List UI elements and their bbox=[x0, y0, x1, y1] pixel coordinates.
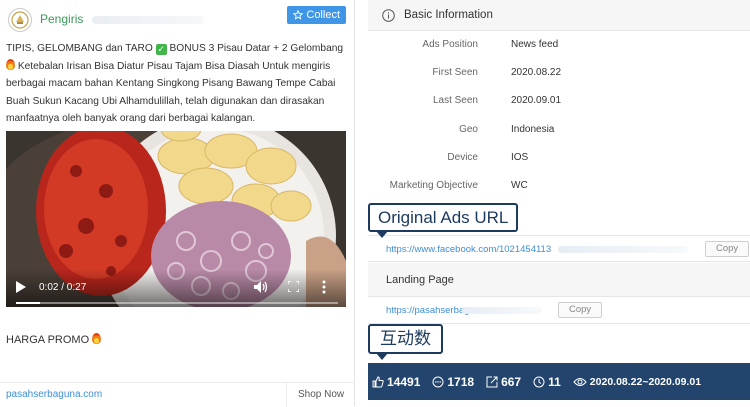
info-value: News feed bbox=[511, 39, 559, 50]
info-row-first-seen: First Seen 2020.08.22 bbox=[368, 59, 750, 87]
landing-page-header: Landing Page bbox=[368, 263, 750, 297]
interactions-callout: 互动数 bbox=[368, 324, 443, 360]
collect-button[interactable]: Collect bbox=[287, 6, 346, 24]
landing-page-title: Landing Page bbox=[386, 274, 454, 286]
info-label: Marketing Objective bbox=[389, 179, 478, 191]
collect-label: Collect bbox=[306, 9, 340, 21]
check-mark-icon: ✓ bbox=[155, 44, 167, 55]
copy-landing-url-button[interactable]: Copy bbox=[558, 302, 603, 318]
ad-video-player[interactable]: 0:02 / 0:27 bbox=[6, 131, 346, 307]
eye-icon bbox=[573, 377, 587, 386]
info-value: IOS bbox=[511, 151, 529, 163]
volume-icon[interactable] bbox=[254, 281, 268, 293]
clock-icon bbox=[533, 376, 545, 387]
advertiser-header: Pengiris Collect bbox=[6, 6, 348, 36]
info-value: 2020.08.22 bbox=[511, 67, 562, 79]
info-row-device: Device IOS bbox=[368, 144, 750, 172]
likes-count: 14491 bbox=[387, 374, 421, 389]
info-value: Indonesia bbox=[511, 123, 555, 135]
ad-info-panel: Basic Information Ads Position News feed… bbox=[368, 0, 750, 406]
original-url-link[interactable]: https://www.facebook.com/1021454113 bbox=[386, 244, 551, 255]
thumbs-up-icon bbox=[372, 375, 384, 387]
likes-stat: 14491 bbox=[372, 375, 420, 389]
comments-count: 1718 bbox=[447, 374, 475, 389]
shop-now-button[interactable]: Shop Now bbox=[298, 389, 344, 400]
landing-page-row: https://pasahserbagu Copy bbox=[368, 297, 750, 324]
advertiser-logo-icon bbox=[11, 11, 29, 29]
ad-copy-line1a: TIPIS, GELOMBANG dan TARO bbox=[6, 43, 153, 54]
ad-copy-body: Ketebalan Irisan Bisa Diatur Pisau Tajam… bbox=[6, 60, 336, 125]
original-url-row: https://www.facebook.com/1021454113 Copy bbox=[368, 235, 750, 262]
promo-label: HARGA PROMO bbox=[6, 334, 90, 346]
interaction-stats-bar: 14491 1718 667 11 2020.08.22~2020.09.01 bbox=[368, 363, 750, 400]
ad-preview-panel: Pengiris Collect TIPIS, GELOMBANG dan TA… bbox=[0, 0, 355, 407]
play-icon[interactable] bbox=[16, 281, 26, 293]
info-label: Ads Position bbox=[422, 39, 478, 50]
info-row-ads-position: Ads Position News feed bbox=[368, 31, 750, 59]
info-value: WC bbox=[511, 179, 528, 191]
basic-info-table: Ads Position News feed First Seen 2020.0… bbox=[368, 31, 750, 200]
fire-icon bbox=[92, 333, 102, 344]
info-icon bbox=[382, 9, 395, 22]
more-options-icon[interactable] bbox=[322, 280, 326, 294]
cta-divider bbox=[286, 383, 287, 407]
advertiser-avatar[interactable] bbox=[8, 8, 32, 32]
days-count: 11 bbox=[548, 374, 561, 389]
fire-icon bbox=[6, 58, 15, 70]
duration-stat: 11 bbox=[533, 375, 561, 389]
info-label: First Seen bbox=[432, 67, 478, 79]
landing-url-blur bbox=[462, 307, 542, 314]
advertiser-name-blur bbox=[92, 16, 204, 24]
video-progress-bar[interactable] bbox=[16, 302, 338, 304]
info-row-geo: Geo Indonesia bbox=[368, 116, 750, 144]
star-icon bbox=[293, 10, 304, 20]
info-label: Last Seen bbox=[432, 95, 478, 107]
advertiser-name[interactable]: Pengiris bbox=[40, 12, 83, 26]
original-url-blur bbox=[558, 246, 688, 253]
ad-copy: TIPIS, GELOMBANG dan TARO ✓ BONUS 3 Pisa… bbox=[6, 40, 350, 128]
promo-text: HARGA PROMO bbox=[6, 333, 102, 346]
cta-url-link[interactable]: pasahserbaguna.com bbox=[6, 389, 102, 400]
basic-info-title: Basic Information bbox=[404, 9, 493, 21]
shares-stat: 667 bbox=[486, 375, 521, 389]
shares-count: 667 bbox=[501, 374, 522, 389]
date-range: 2020.08.22~2020.09.01 bbox=[589, 375, 702, 388]
video-progress-fill bbox=[16, 302, 40, 304]
info-label: Geo bbox=[459, 123, 478, 135]
ad-copy-line1b: BONUS 3 Pisau Datar + 2 Gelombang bbox=[169, 43, 344, 54]
video-time: 0:02 / 0:27 bbox=[39, 282, 87, 293]
copy-original-url-button[interactable]: Copy bbox=[705, 241, 750, 257]
comments-stat: 1718 bbox=[432, 375, 474, 389]
info-row-marketing-objective: Marketing Objective WC bbox=[368, 172, 750, 200]
fullscreen-icon[interactable] bbox=[288, 281, 299, 292]
info-label: Device bbox=[447, 151, 478, 163]
date-range-stat: 2020.08.22~2020.09.01 bbox=[573, 376, 701, 388]
basic-info-header: Basic Information bbox=[368, 0, 750, 31]
info-row-last-seen: Last Seen 2020.09.01 bbox=[368, 87, 750, 115]
info-value: 2020.09.01 bbox=[511, 95, 562, 107]
original-ads-url-callout: Original Ads URL bbox=[368, 203, 519, 238]
comment-icon bbox=[432, 376, 444, 387]
video-controls: 0:02 / 0:27 bbox=[6, 269, 346, 307]
share-icon bbox=[486, 376, 498, 387]
cta-bar: pasahserbaguna.com Shop Now bbox=[0, 382, 355, 407]
